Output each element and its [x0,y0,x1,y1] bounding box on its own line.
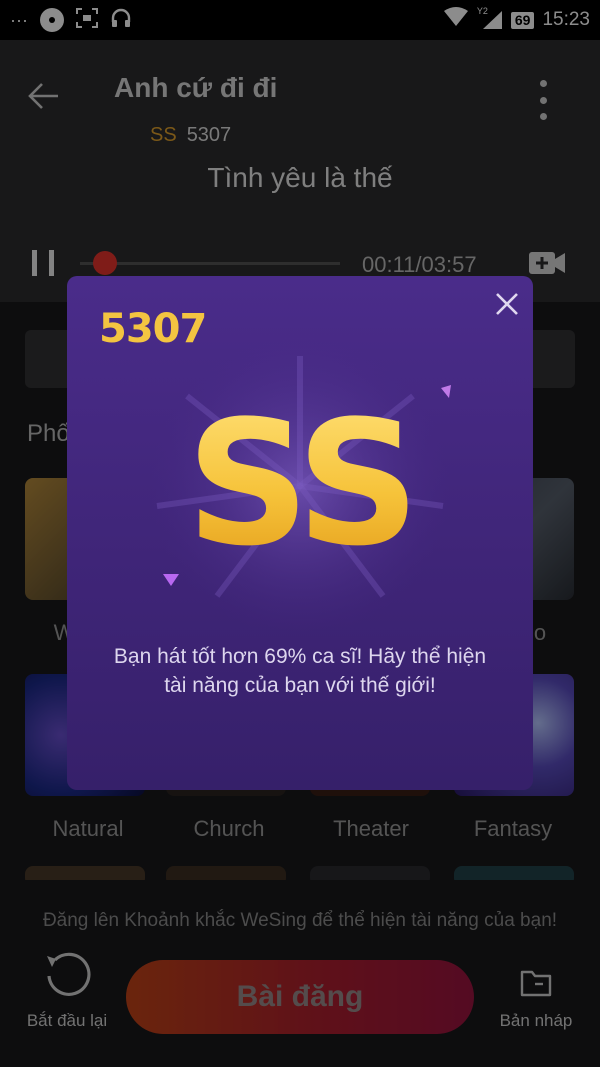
dialog-message: Bạn hát tốt hơn 69% ca sĩ! Hãy thể hiện … [113,645,487,697]
close-icon[interactable] [493,290,521,318]
sparkle-decoration [441,385,451,398]
sparkle-decoration [163,574,179,586]
dialog-score: 5307 [99,306,207,352]
score-dialog: 5307 SS Bạn hát tốt hơn 69% ca sĩ! Hãy t… [67,276,533,790]
grade-badge: SS [186,398,420,558]
grade-badge-text: SS [186,398,414,558]
app-root: ··· Y2 69 15:23 Anh cứ đi đi SS 5307 Tìn… [0,0,600,1067]
